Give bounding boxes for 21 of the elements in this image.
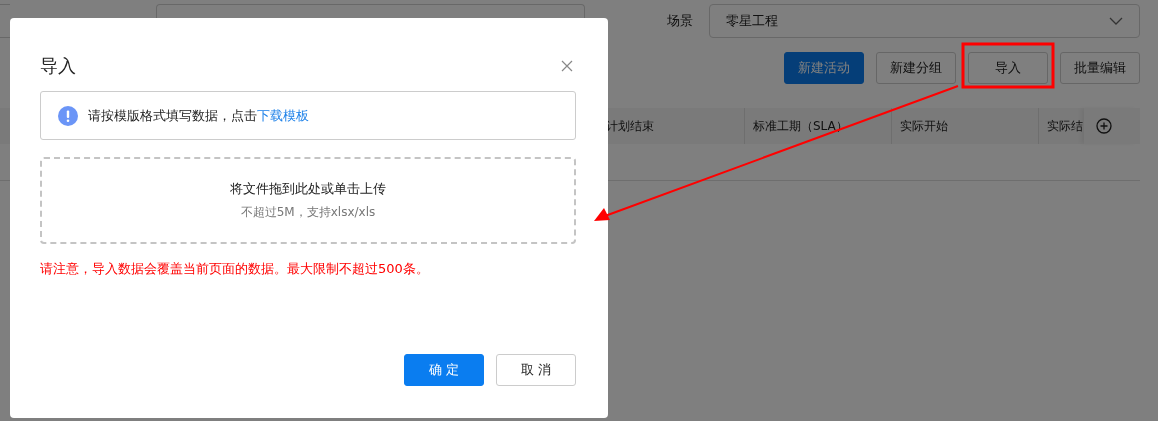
info-icon [58, 105, 78, 126]
column-header: 实际结 [1038, 108, 1084, 144]
dialog-title: 导入 [40, 54, 76, 78]
warning-text: 请注意，导入数据会覆盖当前页面的数据。最大限制不超过500条。 [40, 260, 430, 278]
select-field[interactable]: 零星工程 [709, 4, 1140, 38]
toolbar-button[interactable]: 新建活动 [784, 52, 864, 84]
close-icon[interactable] [561, 60, 573, 72]
upload-area[interactable]: 将文件拖到此处或单击上传 不超过5M，支持xlsx/xls [40, 157, 576, 244]
add-column-icon[interactable] [1096, 118, 1112, 134]
upload-prompt: 将文件拖到此处或单击上传 [230, 180, 386, 198]
toolbar-button[interactable]: 导入 [968, 52, 1048, 84]
toolbar-button[interactable]: 新建分组 [876, 52, 956, 84]
upload-hint: 不超过5M，支持xlsx/xls [240, 204, 376, 221]
filter-label: 场景 [667, 12, 693, 30]
dialog-button[interactable]: 确 定 [404, 354, 484, 386]
toolbar-button[interactable]: 批量编辑 [1060, 52, 1140, 84]
column-header: 实际开始 [891, 108, 1038, 144]
notice-text: 请按模版格式填写数据，点击下载模板 [88, 106, 309, 125]
download-link[interactable]: 下载模板 [257, 107, 309, 123]
chevron-down-icon [1109, 17, 1123, 25]
dialog-button[interactable]: 取 消 [496, 354, 576, 386]
